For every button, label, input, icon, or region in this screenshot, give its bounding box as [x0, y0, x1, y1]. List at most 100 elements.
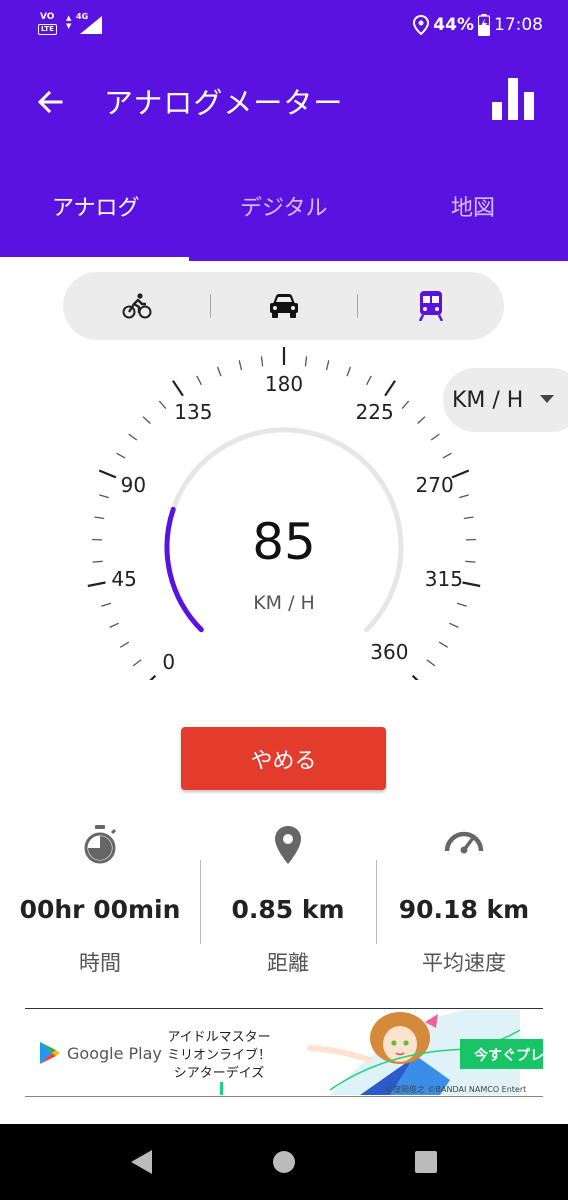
back-icon[interactable]: [128, 1148, 154, 1176]
gauge-minor-tick: [260, 356, 264, 367]
gauge-tick-label: 45: [111, 566, 137, 591]
stop-button[interactable]: やめる: [181, 727, 386, 790]
gauge-minor-tick: [142, 416, 151, 424]
clock: 17:08: [494, 15, 543, 35]
play-store-icon: [40, 1042, 60, 1064]
gauge-minor-tick: [216, 366, 222, 377]
gauge-minor-tick: [116, 452, 126, 459]
gauge-minor-tick: [401, 400, 410, 410]
unit-dropdown-value: KM / H: [452, 388, 524, 413]
caret-down-icon: [540, 395, 554, 403]
tab-map[interactable]: 地図: [451, 190, 495, 222]
stat-distance-value: 0.85 km: [231, 895, 345, 924]
gauge-minor-tick: [417, 416, 426, 424]
location-icon: [413, 15, 430, 35]
battery-charging-icon: [478, 14, 490, 36]
gauge-minor-tick: [459, 494, 469, 499]
speed-value: 85: [252, 513, 316, 571]
stat-divider: [376, 860, 377, 944]
trip-stats: 00hr 00min 時間 0.85 km 距離 90.18 km 平均速度: [0, 815, 568, 985]
stat-distance-label: 距離: [267, 951, 309, 975]
stat-time: 00hr 00min 時間: [0, 815, 200, 985]
gauge-tick-label: 225: [355, 399, 394, 424]
gauge-minor-tick: [128, 433, 138, 441]
gauge-minor-tick: [346, 366, 352, 377]
stat-avg-speed-label: 平均速度: [422, 951, 506, 975]
status-bar: VO LTE ▲ ▼ 4G 44% 17:08: [0, 0, 568, 52]
google-play-logo: Google Play: [39, 1041, 162, 1065]
gauge-minor-tick: [94, 516, 105, 520]
mode-car[interactable]: [210, 272, 357, 340]
mode-bicycle[interactable]: [63, 272, 210, 340]
vehicle-mode-selector: [63, 272, 504, 340]
mode-train[interactable]: [357, 272, 504, 340]
train-icon: [418, 291, 443, 321]
speedometer-icon: [444, 831, 484, 854]
gauge-minor-tick: [99, 494, 109, 499]
ad-game-title: アイドルマスター ミリオンライブ！ シアターデイズ: [167, 1030, 272, 1081]
gauge-minor-tick: [426, 659, 436, 667]
ad-top-border: [25, 1008, 543, 1009]
tab-digital[interactable]: デジタル: [240, 190, 328, 222]
gauge-major-tick: [462, 581, 481, 588]
gauge-minor-tick: [92, 560, 103, 563]
app-bar: アナログメーター: [0, 52, 568, 150]
gauge-major-tick: [149, 674, 157, 680]
gauge-progress-arc: [164, 506, 204, 633]
gauge-major-tick: [87, 581, 106, 588]
bar-chart-icon[interactable]: [492, 78, 534, 120]
gauge-minor-tick: [430, 433, 440, 441]
gauge-minor-tick: [438, 641, 449, 648]
gauge-major-tick: [411, 674, 419, 680]
gauge-minor-tick: [325, 360, 330, 371]
gauge-tick-label: 180: [264, 372, 304, 396]
ad-cta-button[interactable]: 今すぐプレ: [460, 1039, 543, 1069]
top-header: VO LTE ▲ ▼ 4G 44% 17:08 アナログメーター アナログ デジ…: [0, 0, 568, 261]
stat-time-label: 時間: [79, 951, 121, 975]
stat-distance: 0.85 km 距離: [200, 815, 376, 985]
gauge-tick-label: 270: [415, 472, 454, 497]
stopwatch-icon: [84, 825, 117, 864]
gauge-tick-label: 90: [120, 472, 147, 497]
gauge-minor-tick: [449, 622, 459, 628]
gauge-tick-label: 315: [424, 566, 463, 591]
gauge-minor-tick: [101, 602, 112, 607]
home-icon[interactable]: [272, 1150, 296, 1174]
stat-avg-speed: 90.18 km 平均速度: [376, 815, 552, 985]
gauge-minor-tick: [109, 622, 119, 628]
volte-icon: VO LTE: [38, 12, 60, 36]
gauge-tick-label: 135: [174, 399, 213, 424]
gauge-minor-tick: [132, 659, 142, 667]
gauge-minor-tick: [366, 375, 372, 386]
gauge-major-tick: [171, 380, 184, 397]
back-arrow-icon[interactable]: [34, 86, 66, 118]
ad-banner[interactable]: Google Play アイドルマスター ミリオンライブ！ シアターデイズ 今す…: [25, 1010, 543, 1095]
gauge-tick-label: 360: [370, 640, 409, 665]
speedometer-screen: VO LTE ▲ ▼ 4G 44% 17:08 アナログメーター アナログ デジ…: [0, 0, 568, 1200]
page-title: アナログメーター: [104, 86, 344, 120]
gauge-major-tick: [451, 469, 470, 479]
recents-icon[interactable]: [414, 1150, 438, 1174]
gauge-minor-tick: [196, 375, 202, 386]
location-pin-icon: [275, 826, 301, 864]
stat-avg-speed-value: 90.18 km: [398, 895, 530, 924]
gauge-minor-tick: [304, 356, 308, 367]
stat-time-value: 00hr 00min: [19, 895, 181, 924]
gauge-major-tick: [98, 469, 117, 479]
tab-bar: アナログ デジタル 地図: [0, 150, 568, 261]
ad-store-name: Google Play: [67, 1043, 162, 1063]
unit-dropdown[interactable]: KM / H: [443, 368, 568, 432]
signal-icon: ▲ ▼ 4G: [66, 12, 106, 36]
gauge-minor-tick: [119, 641, 130, 648]
gauge-tick-label: 0: [162, 650, 176, 675]
stat-divider: [200, 860, 201, 944]
tab-analog[interactable]: アナログ: [52, 190, 140, 222]
tab-indicator: [0, 257, 189, 261]
gauge-minor-tick: [158, 400, 167, 410]
ad-bottom-border: [25, 1096, 543, 1097]
gauge-minor-tick: [465, 560, 476, 563]
gauge-major-tick: [384, 380, 397, 397]
battery-percent: 44%: [433, 15, 474, 35]
gauge-minor-tick: [463, 516, 474, 520]
car-icon: [269, 294, 298, 318]
